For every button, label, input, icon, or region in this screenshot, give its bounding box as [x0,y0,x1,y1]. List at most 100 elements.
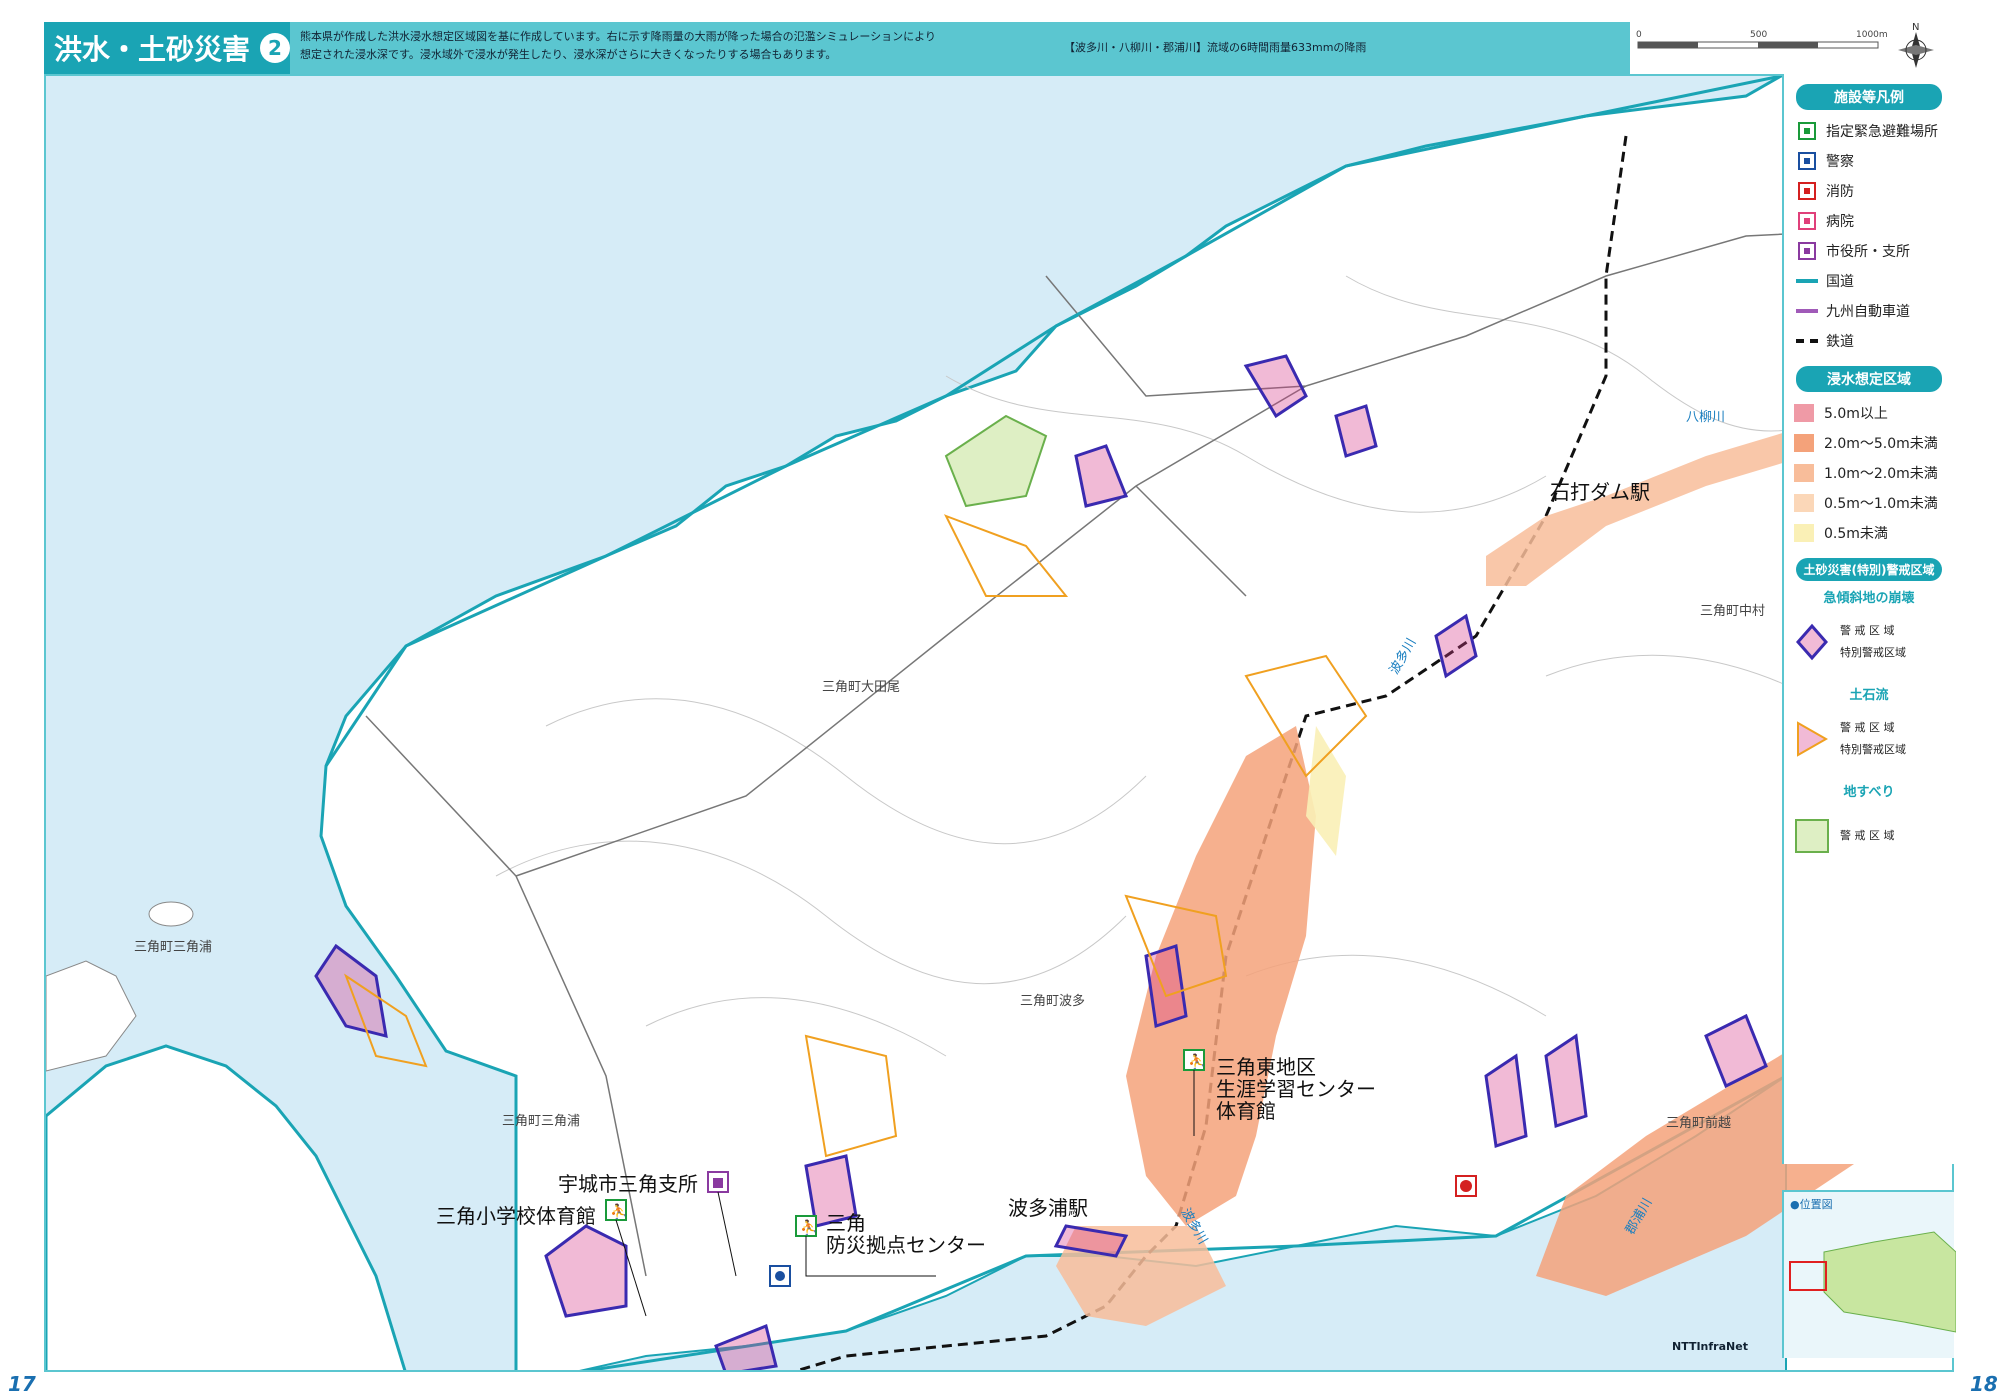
legend-panel: 施設等凡例 指定緊急避難場所 警察消防病院 市役所・支所国道九州自動車道鉄道 浸水想… [1782,74,1954,1164]
debris-symbol-icon [1797,721,1829,757]
scale-bar: 0 500 1000m N [1630,22,1952,74]
map-area[interactable]: ⛹ ⛹ ⛹ 石打ダム駅 三角東地区 生涯学習センター 体育館 宇城市三角支所 三… [44,74,1954,1372]
higashi-center-line-2: 生涯学習センター [1216,1077,1376,1101]
legend-facility-label: 指定緊急避難場所 [1826,124,1938,140]
location-map-title: ●位置図 [1790,1198,1833,1211]
rainfall-note: 【波多川・八柳川・郡浦川】流域の6時間雨量633mmの降雨 [1064,41,1367,54]
uki-branch-label: 宇城市三角支所 [558,1172,698,1196]
north-label: N [1912,22,1919,33]
flood-swatch [1794,404,1814,422]
legend-facility-label: 消防 [1826,184,1854,200]
flood-swatch [1794,524,1814,542]
legend-flood-label: 1.0m〜2.0m未満 [1824,466,1938,482]
title-number-badge: 2 [260,33,290,63]
scale-bar-graphic: 0 500 1000m N [1636,22,1934,68]
place-ota: 三角町大田尾 [822,680,901,695]
legend-facility-row: 市役所・支所 [1784,236,1954,266]
debris-warning-label: 警 戒 区 域 [1840,721,1895,734]
fire-dept-icon[interactable] [1455,1175,1477,1197]
higashi-center-label: 三角東地区 生涯学習センター 体育館 [1216,1056,1376,1122]
legend-facility-row: 九州自動車道 [1784,296,1954,326]
small-island [148,901,194,927]
evacuation-icon[interactable]: ⛹ [1183,1049,1205,1071]
header-bar: 洪水・土砂災害 2 熊本県が作成した洪水浸水想定区域図を基に作成しています。右に… [44,22,1952,74]
map-title: 洪水・土砂災害 2 [44,22,290,74]
legend-flood-label: 0.5m未満 [1824,526,1888,542]
publisher-logo: NTTInfraNet [1672,1340,1748,1353]
legend-slope-title: 急傾斜地の崩壊 [1823,591,1915,606]
title-text: 洪水・土砂災害 [54,33,251,66]
location-map-graphic [1789,1231,1957,1333]
hospital-icon [1794,211,1820,231]
police-icon [1794,151,1820,171]
svg-text:⛹: ⛹ [610,1202,627,1220]
scale-tick-1000: 1000m [1856,30,1888,40]
flood-swatch [1794,464,1814,482]
description-line-2: 想定された浸水深です。浸水域外で浸水が発生したり、浸水深がさらに大きくなったりす… [300,48,837,61]
landslide-warning-label: 警 戒 区 域 [1840,829,1895,842]
hatoura-station-label: 波多浦駅 [1008,1196,1088,1220]
left-coast [46,960,137,1072]
legend-flood-label: 0.5m〜1.0m未満 [1824,496,1938,512]
legend-flood-row: 5.0m以上 [1784,398,1954,428]
legend-flood-row: 0.5m未満 [1784,518,1954,548]
legend-facility-label: 国道 [1826,274,1854,290]
description-line-1: 熊本県が作成した洪水浸水想定区域図を基に作成しています。右に示す降雨量の大雨が降… [300,30,936,43]
railway-line [1794,331,1820,351]
place-maegoe: 三角町前越 [1666,1116,1732,1131]
legend-flood-row: 2.0m〜5.0m未満 [1784,428,1954,458]
map-description: 熊本県が作成した洪水浸水想定区域図を基に作成しています。右に示す降雨量の大雨が降… [300,28,1060,64]
city-office-icon [1794,241,1820,261]
legend-facilities-list: 指定緊急避難場所 警察消防病院 市役所・支所国道九州自動車道鉄道 [1784,116,1954,356]
river-yayanagi: 八柳川 [1686,410,1726,425]
bousai-center-line-1: 三角 [826,1211,866,1235]
legend-flood-label: 2.0m〜5.0m未満 [1824,436,1938,452]
legend-facility-row: 警察 [1784,146,1954,176]
police-icon[interactable] [769,1265,791,1287]
north-arrow-icon [1898,32,1934,68]
fire-dept-icon [1794,181,1820,201]
bousai-center-label: 三角 防災拠点センター [826,1212,986,1256]
legend-flood-row: 1.0m〜2.0m未満 [1784,458,1954,488]
evacuation-icon[interactable]: ⛹ [795,1215,817,1237]
national-road-line [1794,271,1820,291]
evacuation-icon [1794,121,1820,141]
legend-flood-label: 5.0m以上 [1824,406,1888,422]
scale-tick-500: 500 [1750,30,1767,40]
legend-facility-label: 警察 [1826,154,1854,170]
legend-facility-row: 鉄道 [1784,326,1954,356]
legend-debris-title: 土石流 [1849,688,1889,703]
place-nakamura: 三角町中村 [1700,604,1766,619]
debris-special-label: 特別警戒区域 [1840,743,1906,756]
legend-flood-row: 0.5m〜1.0m未満 [1784,488,1954,518]
legend-facility-row: 消防 [1784,176,1954,206]
scale-tick-0: 0 [1636,30,1642,40]
flood-swatch [1794,434,1814,452]
lower-left-peninsula [46,1044,407,1370]
slope-symbol-icon [1796,623,1828,661]
page-number-left: 17 [8,1372,36,1396]
legend-flood-list: 5.0m以上 2.0m〜5.0m未満 1.0m〜2.0m未満 0.5m〜1.0m未満 0… [1784,398,1954,548]
place-hatoura: 三角町波多 [1020,994,1086,1009]
legend-facility-row: 国道 [1784,266,1954,296]
landslide-symbol-icon [1795,819,1829,853]
ishiuchi-dam-station-label: 石打ダム駅 [1550,480,1650,504]
bousai-center-line-2: 防災拠点センター [826,1233,986,1257]
map-canvas[interactable]: ⛹ ⛹ ⛹ [46,76,1954,1372]
flood-swatch [1794,494,1814,512]
city-office-icon[interactable] [707,1171,729,1193]
legend-facilities-title: 施設等凡例 [1796,84,1942,110]
legend-flood-title: 浸水想定区域 [1796,366,1942,392]
higashi-center-line-3: 体育館 [1216,1099,1276,1123]
legend-facility-label: 鉄道 [1826,334,1854,350]
slope-special-label: 特別警戒区域 [1840,646,1906,659]
legend-debris-row: 警 戒 区 域 特別警戒区域 [1784,703,1954,775]
slope-warning-label: 警 戒 区 域 [1840,624,1895,637]
legend-slope-row: 警 戒 区 域 特別警戒区域 [1784,606,1954,678]
misumi-school-label: 三角小学校体育館 [436,1204,596,1228]
svg-text:⛹: ⛹ [1188,1052,1205,1070]
page-number-right: 18 [1970,1372,1998,1396]
evacuation-icon[interactable]: ⛹ [605,1199,627,1221]
place-misumiura: 三角町三角浦 [502,1114,581,1129]
legend-facility-row: 病院 [1784,206,1954,236]
